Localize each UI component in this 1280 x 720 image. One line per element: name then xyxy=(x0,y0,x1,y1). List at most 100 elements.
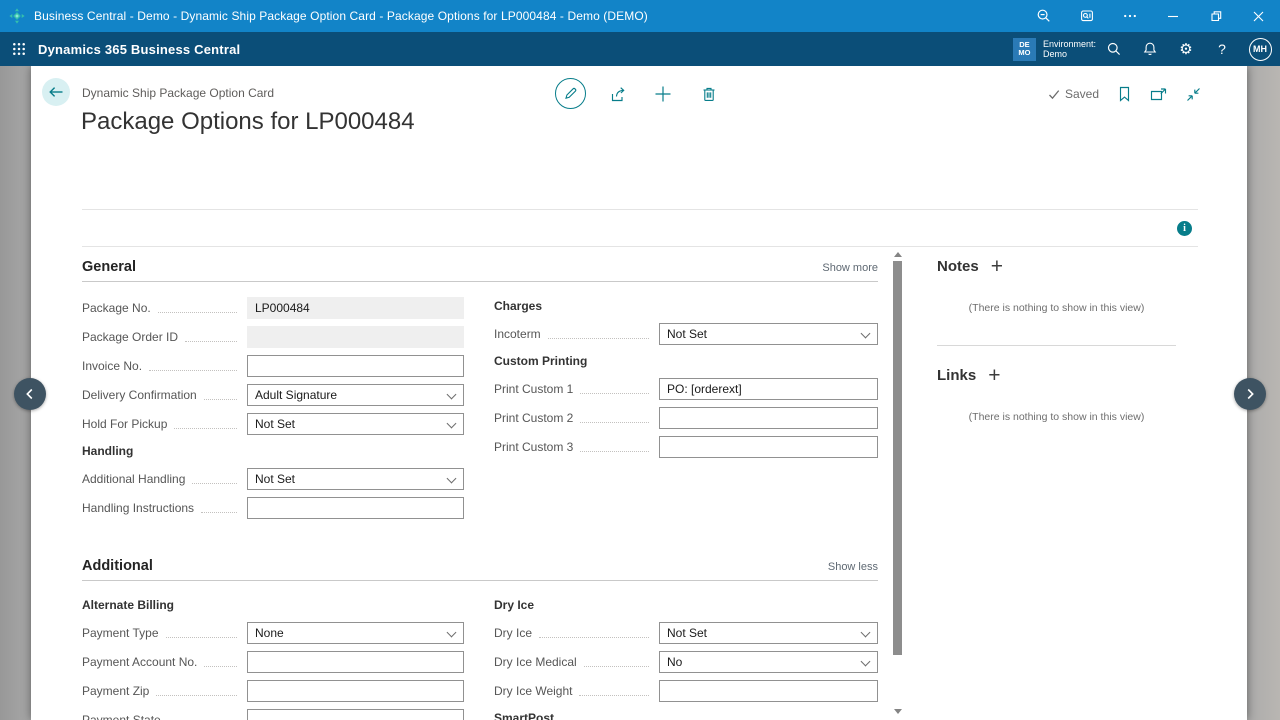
add-note-button[interactable]: + xyxy=(991,259,1003,275)
business-central-app-icon xyxy=(0,8,34,24)
dotted-leader xyxy=(192,475,237,484)
dotted-leader xyxy=(156,687,237,696)
product-name[interactable]: Dynamics 365 Business Central xyxy=(38,42,240,57)
dotted-leader xyxy=(168,716,237,720)
scroll-up-arrow-icon[interactable] xyxy=(894,252,902,257)
field-print-custom-2: Print Custom 2 xyxy=(494,407,878,429)
field-dropdown[interactable]: None xyxy=(247,622,464,644)
help-icon[interactable]: ? xyxy=(1204,32,1240,66)
bookmark-icon[interactable] xyxy=(1118,86,1131,102)
field-label: Dry Ice Weight xyxy=(494,684,572,698)
field-delivery-confirmation: Delivery ConfirmationAdult Signature xyxy=(82,384,464,406)
field-label: Package No. xyxy=(82,301,151,315)
factbox-pane: Notes + (There is nothing to show in thi… xyxy=(937,247,1198,720)
window-title: Business Central - Demo - Dynamic Ship P… xyxy=(34,9,648,23)
dotted-leader xyxy=(149,362,237,371)
vertical-scrollbar[interactable] xyxy=(891,248,905,718)
window-titlebar: Business Central - Demo - Dynamic Ship P… xyxy=(0,0,1280,32)
field-dropdown[interactable]: Not Set xyxy=(247,413,464,435)
section-title: General xyxy=(82,259,136,275)
field-label: Additional Handling xyxy=(82,472,185,486)
chevron-down-icon xyxy=(447,474,457,484)
field-dry-ice-weight: Dry Ice Weight xyxy=(494,680,878,702)
notifications-bell-icon[interactable] xyxy=(1132,32,1168,66)
field-hold-for-pickup: Hold For Pickup Not Set xyxy=(82,413,464,435)
field-dry-ice-medical: Dry Ice Medical No xyxy=(494,651,878,673)
add-link-button[interactable]: + xyxy=(988,368,1000,384)
group-header-handling: Handling xyxy=(82,444,464,458)
previous-record-button[interactable] xyxy=(14,378,46,410)
dotted-leader xyxy=(204,391,237,400)
field-input[interactable] xyxy=(247,709,464,720)
show-toggle-link[interactable]: Show less xyxy=(828,561,878,573)
edit-pencil-button[interactable] xyxy=(555,78,586,109)
field-input[interactable] xyxy=(659,436,878,458)
user-avatar[interactable]: MH xyxy=(1240,38,1280,61)
field-input[interactable] xyxy=(247,651,464,673)
field-dropdown[interactable]: No xyxy=(659,651,878,673)
new-plus-button[interactable] xyxy=(648,78,678,109)
form-sections: GeneralShow morePackage No.LP000484Packa… xyxy=(82,247,878,720)
dotted-leader xyxy=(204,658,237,667)
field-input[interactable] xyxy=(659,680,878,702)
next-record-button[interactable] xyxy=(1234,378,1266,410)
field-package-no: Package No.LP000484 xyxy=(82,297,464,319)
zoom-out-icon[interactable] xyxy=(1022,0,1065,32)
field-value-readonly xyxy=(247,326,464,348)
field-label: Payment State xyxy=(82,713,161,720)
notes-empty-message: (There is nothing to show in this view) xyxy=(937,302,1176,314)
field-dropdown[interactable]: Not Set xyxy=(659,323,878,345)
dropdown-value: No xyxy=(667,655,682,669)
minimize-icon[interactable] xyxy=(1151,0,1194,32)
dotted-leader xyxy=(174,420,237,429)
environment-badge[interactable]: DE MO xyxy=(1013,38,1036,61)
app-navbar: Dynamics 365 Business Central DE MO Envi… xyxy=(0,32,1280,66)
page-content: GeneralShow morePackage No.LP000484Packa… xyxy=(31,247,1247,720)
info-icon[interactable]: i xyxy=(1177,221,1192,236)
more-options-icon[interactable] xyxy=(1108,0,1151,32)
field-dropdown[interactable]: Adult Signature xyxy=(247,384,464,406)
field-label: Payment Account No. xyxy=(82,655,197,669)
scroll-down-arrow-icon[interactable] xyxy=(894,709,902,714)
tab-search-icon[interactable] xyxy=(1065,0,1108,32)
share-button[interactable] xyxy=(602,78,632,109)
section-general: GeneralShow morePackage No.LP000484Packa… xyxy=(82,259,878,526)
dropdown-value: Not Set xyxy=(667,626,707,640)
field-label: Print Custom 3 xyxy=(494,440,573,454)
waffle-menu-icon[interactable] xyxy=(0,42,38,56)
field-input[interactable] xyxy=(247,355,464,377)
field-incoterm: IncotermNot Set xyxy=(494,323,878,345)
show-toggle-link[interactable]: Show more xyxy=(822,262,878,274)
field-input[interactable] xyxy=(247,497,464,519)
header-right-tools: Saved xyxy=(1048,86,1201,102)
links-empty-message: (There is nothing to show in this view) xyxy=(937,411,1176,423)
field-payment-zip: Payment Zip xyxy=(82,680,464,702)
field-dropdown[interactable]: Not Set xyxy=(659,622,878,644)
restore-icon[interactable] xyxy=(1194,0,1237,32)
search-icon[interactable] xyxy=(1096,32,1132,66)
page-caption: Dynamic Ship Package Option Card xyxy=(82,86,274,100)
dotted-leader xyxy=(580,414,649,423)
field-label: Package Order ID xyxy=(82,330,178,344)
field-column-2: ChargesIncotermNot SetCustom PrintingPri… xyxy=(494,297,878,526)
scrollbar-thumb[interactable] xyxy=(893,261,902,655)
field-invoice-no: Invoice No. xyxy=(82,355,464,377)
collapse-icon[interactable] xyxy=(1186,87,1201,102)
back-button[interactable] xyxy=(42,78,70,106)
delete-trash-button[interactable] xyxy=(694,78,724,109)
field-input[interactable] xyxy=(659,407,878,429)
dotted-leader xyxy=(580,443,649,452)
field-input[interactable] xyxy=(247,680,464,702)
field-label: Dry Ice Medical xyxy=(494,655,577,669)
close-icon[interactable] xyxy=(1237,0,1280,32)
settings-gear-icon[interactable]: ⚙ xyxy=(1168,32,1204,66)
field-input[interactable] xyxy=(659,378,878,400)
chevron-down-icon xyxy=(861,657,871,667)
chevron-down-icon xyxy=(861,628,871,638)
group-header-alternate-billing: Alternate Billing xyxy=(82,598,464,612)
field-label: Hold For Pickup xyxy=(82,417,167,431)
open-in-window-icon[interactable] xyxy=(1150,87,1167,102)
page-title: Package Options for LP000484 xyxy=(81,108,415,136)
dotted-leader xyxy=(579,687,649,696)
field-dropdown[interactable]: Not Set xyxy=(247,468,464,490)
